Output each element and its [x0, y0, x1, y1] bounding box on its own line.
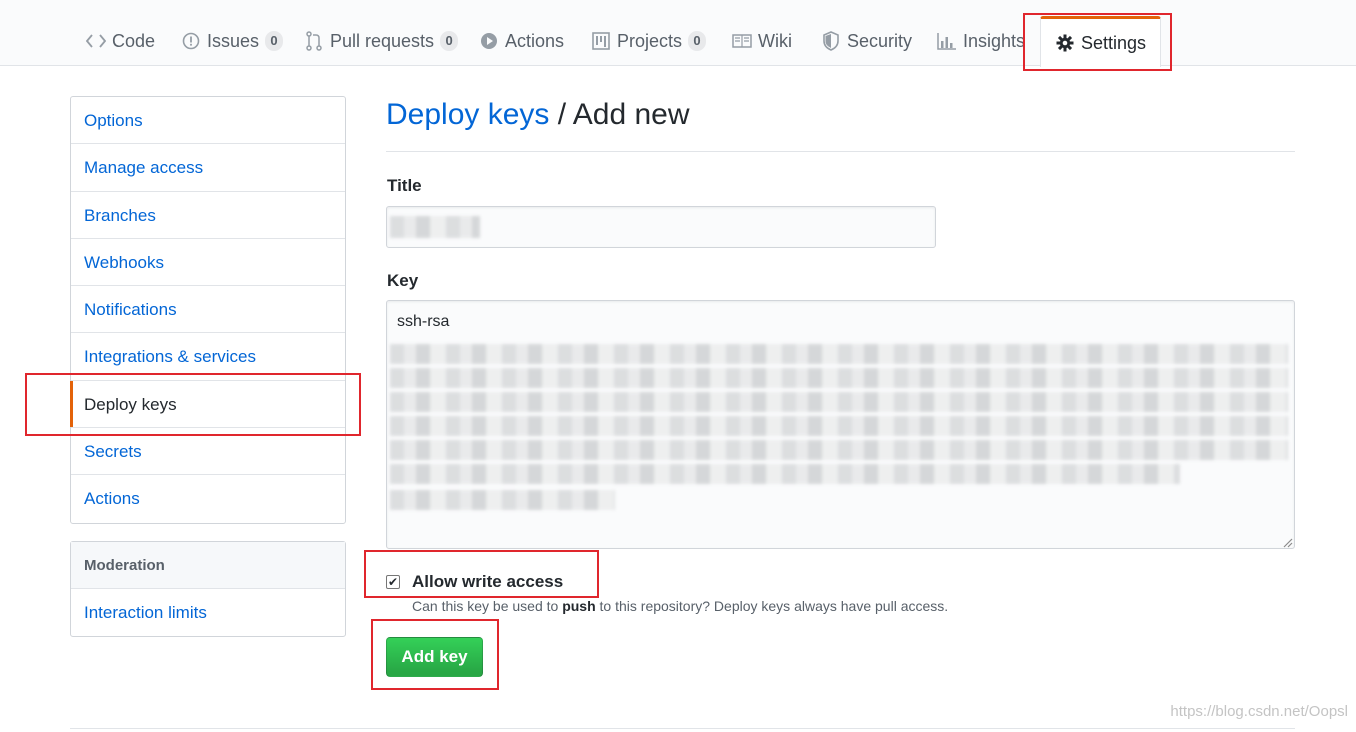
moderation-heading: Moderation	[71, 542, 345, 589]
pull-requests-counter: 0	[440, 31, 459, 51]
sidebar-item-manage-access[interactable]: Manage access	[71, 144, 345, 192]
tab-code-label: Code	[112, 30, 156, 51]
title-redaction	[390, 216, 480, 238]
key-redaction	[390, 490, 615, 510]
tab-insights[interactable]: Insights	[937, 16, 1025, 66]
tab-settings[interactable]: Settings	[1040, 16, 1162, 67]
code-icon	[86, 31, 106, 51]
checkmark-icon: ✔	[387, 575, 399, 589]
play-icon	[479, 31, 499, 51]
repo-nav: Code Issues 0 Pull requests 0 Actions Pr…	[0, 0, 1356, 67]
watermark: https://blog.csdn.net/Oopsl	[1170, 703, 1348, 720]
tab-code[interactable]: Code	[86, 16, 155, 66]
tab-insights-label: Insights	[963, 30, 1026, 51]
projects-counter: 0	[688, 31, 707, 51]
tab-security[interactable]: Security	[821, 16, 912, 66]
key-redaction	[390, 392, 1288, 412]
note-text-bold: push	[562, 598, 596, 614]
allow-write-note: Can this key be used to push to this rep…	[412, 598, 948, 614]
sidebar-item-integrations[interactable]: Integrations & services	[71, 333, 345, 381]
key-redaction	[390, 416, 1288, 436]
sidebar-item-secrets[interactable]: Secrets	[71, 428, 345, 476]
tab-actions-label: Actions	[505, 30, 565, 51]
allow-write-checkbox[interactable]: ✔	[386, 575, 400, 589]
tab-actions[interactable]: Actions	[479, 16, 564, 66]
sidebar-item-notifications[interactable]: Notifications	[71, 286, 345, 334]
key-prefix-text: ssh-rsa	[397, 313, 450, 330]
settings-sidebar: Options Manage access Branches Webhooks …	[70, 96, 346, 524]
key-redaction	[390, 440, 1288, 460]
sidebar-item-deploy-keys[interactable]: Deploy keys	[70, 380, 345, 429]
allow-write-label[interactable]: Allow write access	[412, 572, 563, 592]
tab-settings-label: Settings	[1081, 32, 1147, 53]
moderation-sidebar: Moderation Interaction limits	[70, 541, 346, 638]
sidebar-item-actions[interactable]: Actions	[71, 475, 345, 522]
add-key-button[interactable]: Add key	[386, 637, 483, 677]
title-label: Title	[387, 176, 422, 195]
key-redaction	[390, 464, 1180, 484]
tab-issues-label: Issues	[207, 30, 260, 51]
tab-issues[interactable]: Issues 0	[181, 16, 284, 66]
sidebar-item-interaction-limits[interactable]: Interaction limits	[71, 589, 345, 636]
issue-icon	[181, 31, 201, 51]
footer-divider	[70, 728, 1295, 729]
tab-projects[interactable]: Projects 0	[591, 16, 707, 66]
key-label: Key	[387, 271, 419, 290]
tab-wiki[interactable]: Wiki	[732, 16, 792, 66]
key-redaction	[390, 344, 1288, 364]
note-text-before: Can this key be used to	[412, 598, 563, 614]
sidebar-item-webhooks[interactable]: Webhooks	[71, 239, 345, 287]
key-redaction	[390, 368, 1288, 388]
graph-icon	[937, 31, 957, 51]
tab-pull-requests-label: Pull requests	[330, 30, 435, 51]
sidebar-item-options[interactable]: Options	[71, 97, 345, 145]
breadcrumb-deploy-keys-link[interactable]: Deploy keys	[386, 98, 549, 131]
note-text-after: to this repository? Deploy keys always h…	[595, 598, 949, 614]
book-icon	[732, 31, 752, 51]
breadcrumb-current: Add new	[572, 98, 690, 131]
breadcrumb-separator: /	[557, 98, 567, 131]
sidebar-item-branches[interactable]: Branches	[71, 192, 345, 239]
gear-icon	[1055, 33, 1075, 53]
page-title: Deploy keys / Add new	[386, 98, 1295, 152]
issues-counter: 0	[265, 31, 284, 51]
resize-grip-icon[interactable]	[1281, 536, 1293, 548]
project-icon	[591, 31, 611, 51]
pull-request-icon	[304, 31, 324, 51]
tab-security-label: Security	[847, 30, 913, 51]
shield-icon	[821, 31, 841, 51]
tab-projects-label: Projects	[617, 30, 683, 51]
tab-pull-requests[interactable]: Pull requests 0	[304, 16, 459, 66]
tab-wiki-label: Wiki	[758, 30, 792, 51]
